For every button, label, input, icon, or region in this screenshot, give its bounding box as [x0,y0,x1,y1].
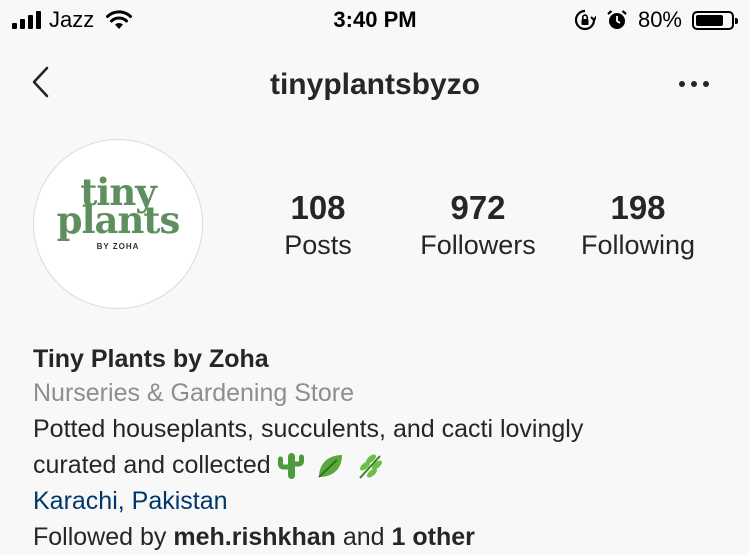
profile-bio: Tiny Plants by Zoha Nurseries & Gardenin… [33,343,723,555]
posts-stat[interactable]: 108 Posts [233,188,403,262]
leaf-icon [318,455,342,479]
followers-stat[interactable]: 972 Followers [393,188,563,262]
followed-by[interactable]: Followed by meh.rishkhan and 1 other [33,519,723,555]
battery-percent: 80% [637,7,682,32]
followed-by-more[interactable]: 1 other [392,523,475,551]
bio-emojis [277,451,385,481]
profile-header: tinyplantsbyzo [0,52,750,116]
posts-label: Posts [284,230,352,260]
followers-label: Followers [420,230,536,260]
display-name: Tiny Plants by Zoha [33,345,269,373]
bio-line-2: curated and collected [33,447,723,483]
battery-icon [692,10,738,30]
following-label: Following [580,230,696,260]
following-count: 198 [610,189,666,226]
alarm-icon [607,10,627,29]
more-options-button[interactable] [674,66,714,102]
bio-line-2-text: curated and collected [33,451,271,479]
brand-logo: tiny plants BY ZOHA [34,174,202,252]
business-category: Nurseries & Gardening Store [33,379,354,407]
bio-line-1: Potted houseplants, succulents, and cact… [33,415,584,443]
profile-username: tinyplantsbyzo [269,68,480,101]
followed-by-prefix: Followed by [33,523,167,551]
logo-subtitle: BY ZOHA [96,242,140,251]
profile-avatar[interactable]: tiny plants BY ZOHA [33,139,203,309]
followed-by-suffix: and [342,523,385,551]
cactus-icon [277,453,304,480]
followed-by-user[interactable]: meh.rishkhan [173,523,336,551]
location-link[interactable]: Karachi, Pakistan [33,483,723,519]
herb-icon [358,454,382,480]
following-stat[interactable]: 198 Following [553,188,723,262]
followers-count: 972 [450,189,506,226]
rotation-lock-icon [574,9,596,31]
status-right: 80% [574,7,738,33]
status-bar: Jazz 3:40 PM 80% [0,0,750,40]
logo-line-2: plants [56,198,181,242]
posts-count: 108 [290,189,346,226]
